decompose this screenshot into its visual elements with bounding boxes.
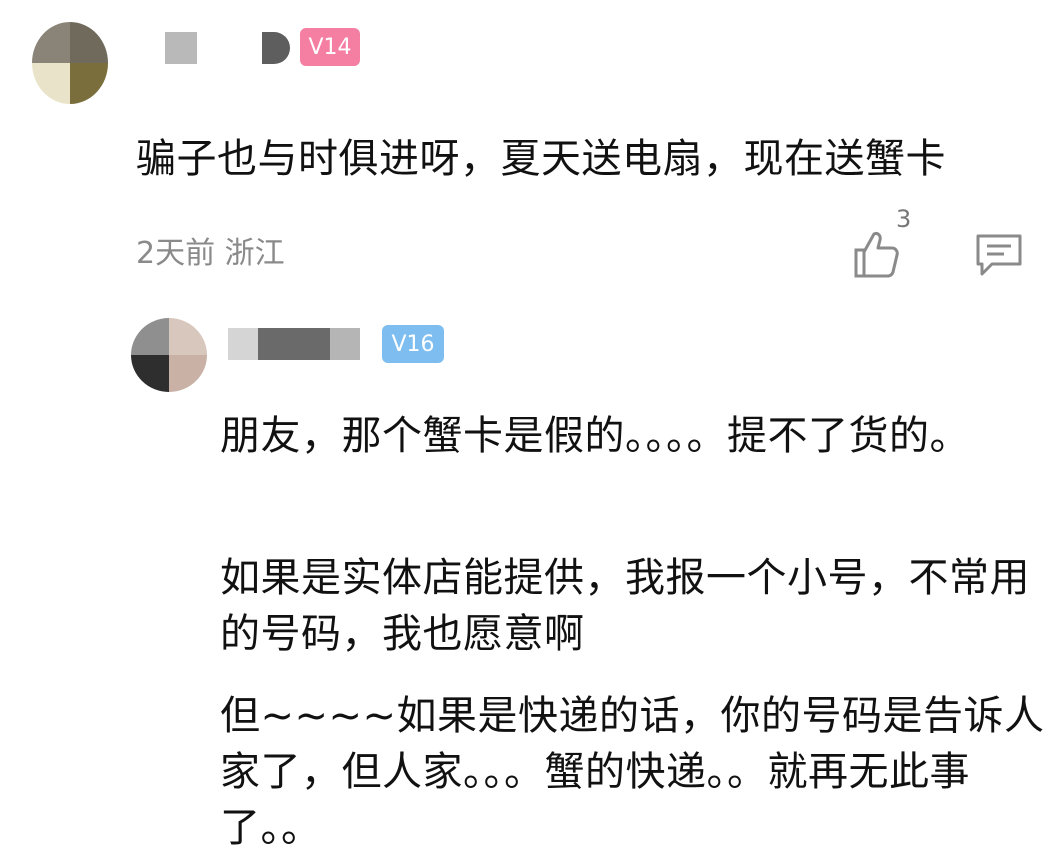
username-redacted bbox=[330, 328, 360, 360]
avatar-pixel bbox=[131, 355, 169, 392]
avatar[interactable] bbox=[32, 22, 108, 104]
avatar-pixel bbox=[70, 63, 108, 104]
reply-paragraph: 朋友，那个蟹卡是假的。。。。提不了货的。 bbox=[220, 413, 970, 459]
avatar[interactable] bbox=[131, 318, 207, 392]
comment-meta: 2天前 浙江 bbox=[136, 236, 285, 271]
avatar-pixel bbox=[32, 63, 70, 104]
username-redacted[interactable] bbox=[165, 32, 197, 64]
avatar-pixel bbox=[32, 22, 70, 63]
reply-button[interactable] bbox=[974, 232, 1026, 280]
like-count: 3 bbox=[896, 205, 912, 233]
username-redacted bbox=[258, 328, 330, 360]
avatar-pixel bbox=[70, 22, 108, 63]
avatar-pixel bbox=[169, 318, 207, 355]
reply-paragraph: 如果是实体店能提供，我报一个小号，不常用的号码，我也愿意啊 bbox=[220, 555, 1030, 657]
comment-icon bbox=[976, 234, 1022, 276]
avatar-pixel bbox=[131, 318, 169, 355]
thumbs-up-icon bbox=[854, 232, 899, 278]
username-redacted[interactable] bbox=[228, 328, 258, 360]
level-badge: V16 bbox=[382, 325, 444, 363]
username-redacted bbox=[262, 32, 290, 64]
comment-text: 骗子也与时俱进呀，夏天送电扇，现在送蟹卡 bbox=[136, 136, 946, 182]
avatar-pixel bbox=[169, 355, 207, 392]
reply-paragraph: 但~~~~如果是快递的话，你的号码是告诉人家了，但人家。。。蟹的快递。。就再无此… bbox=[220, 693, 1045, 851]
level-badge: V14 bbox=[300, 28, 360, 66]
